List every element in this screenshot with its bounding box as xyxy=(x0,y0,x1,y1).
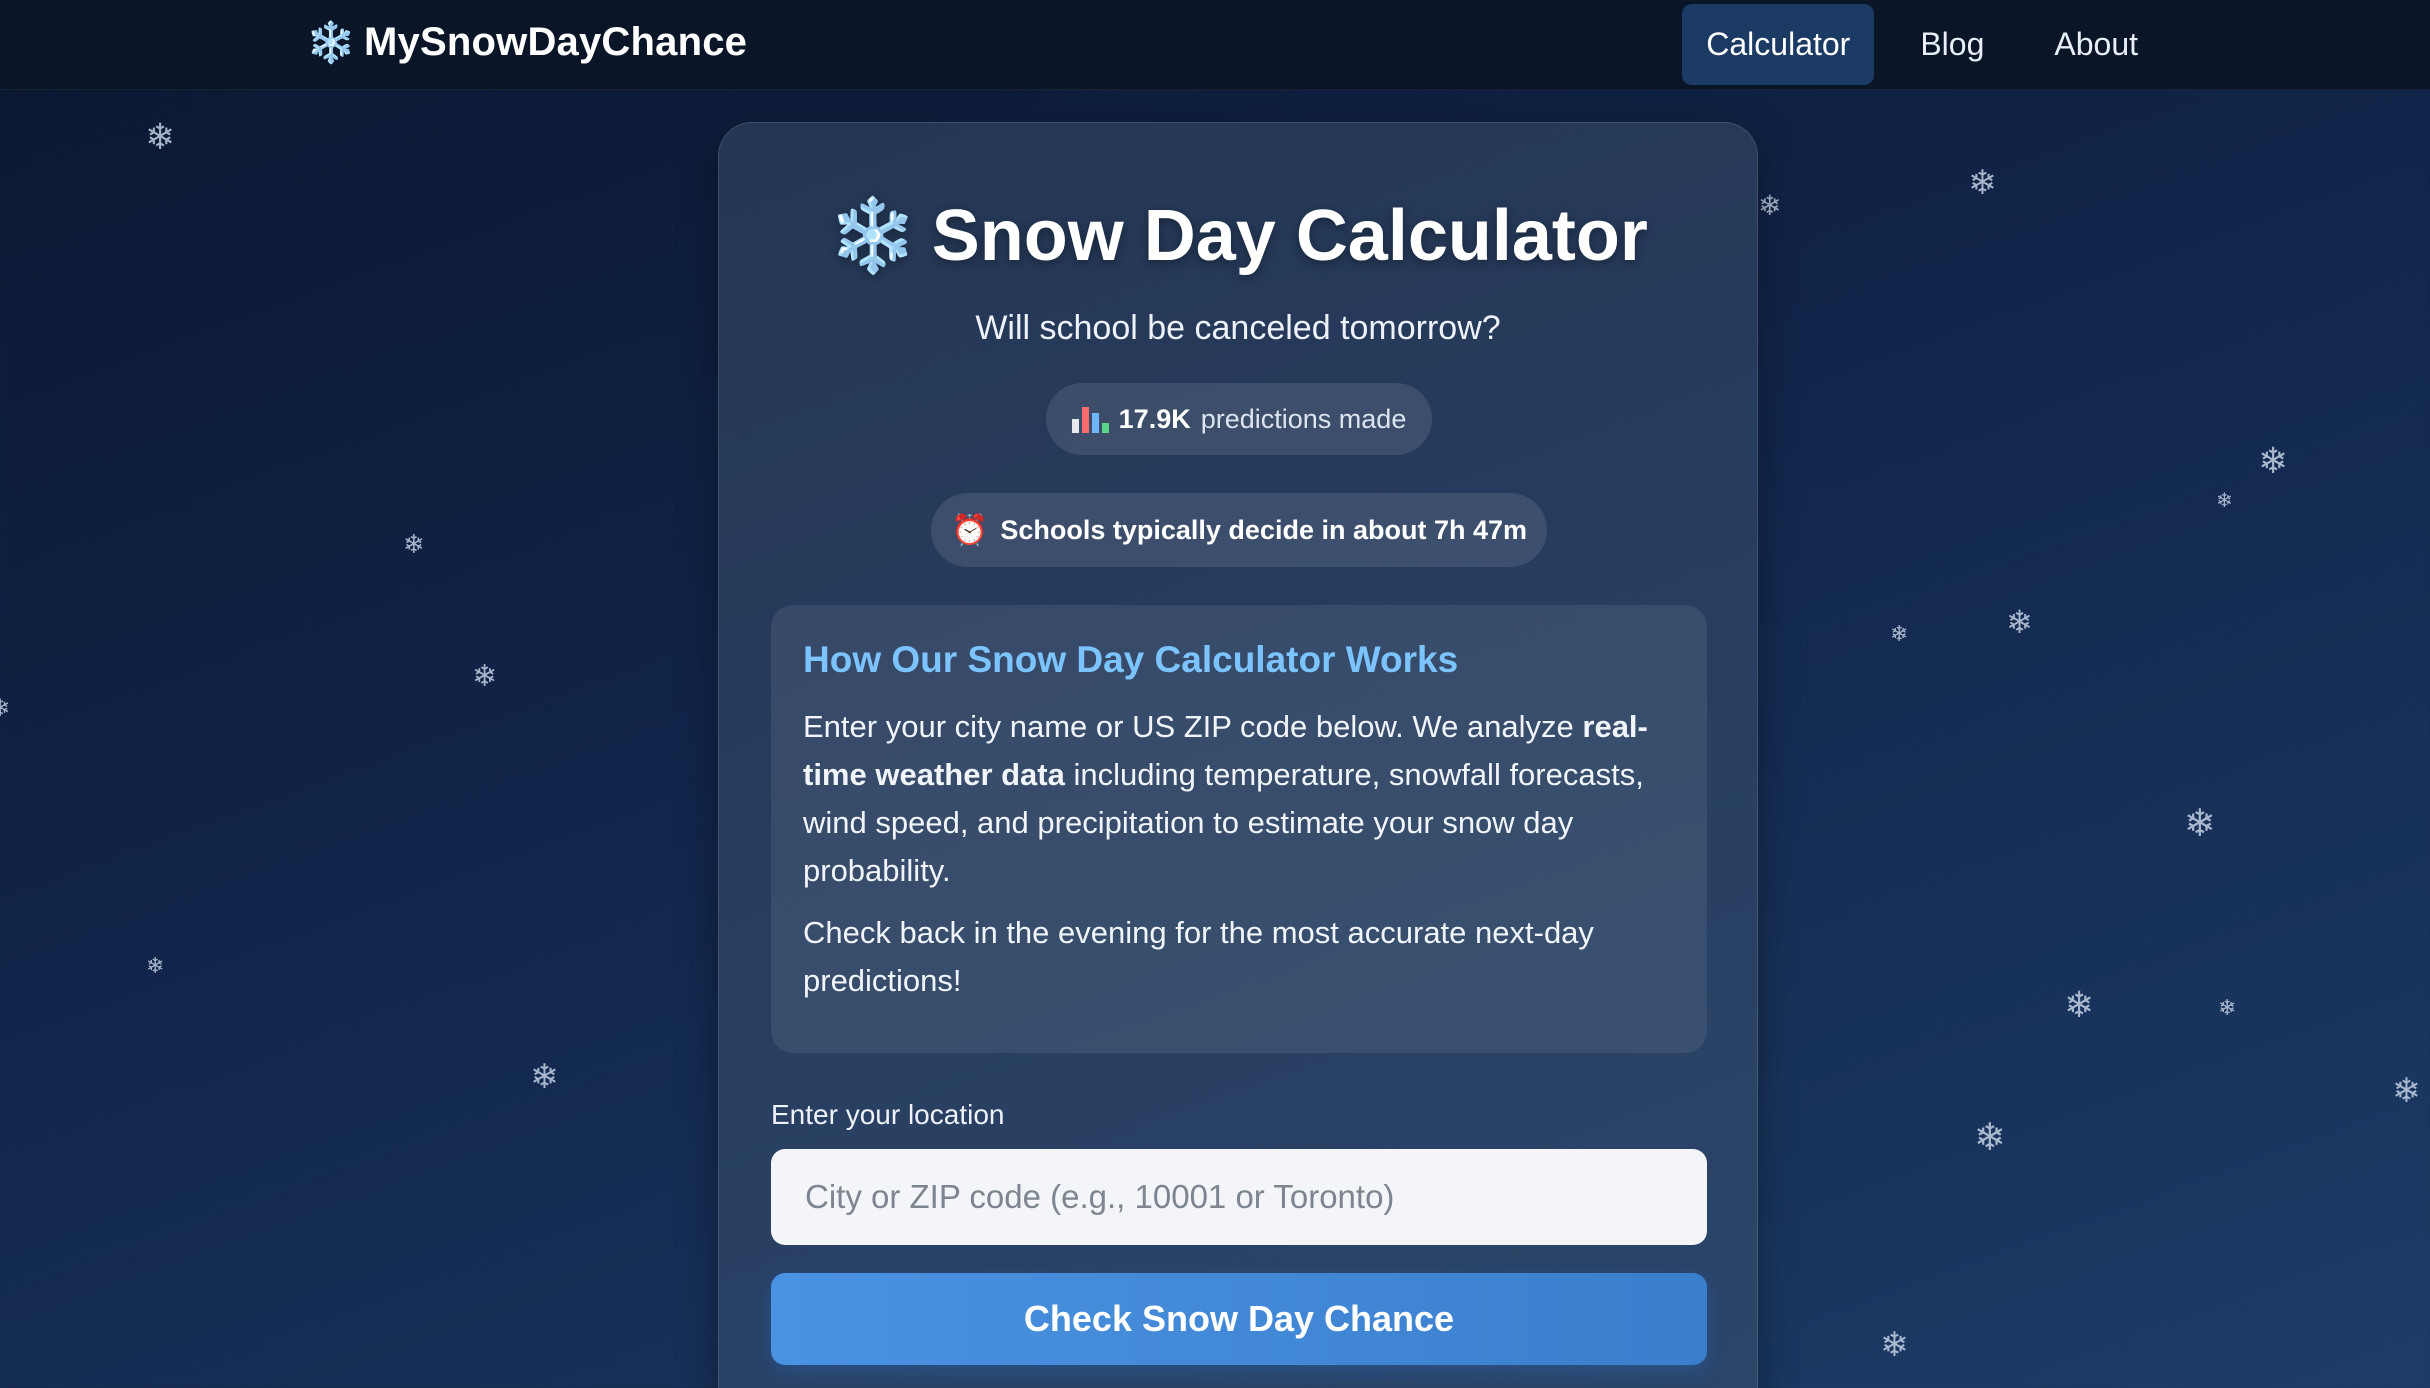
snowflake-icon: ❄️ xyxy=(306,20,357,65)
how-it-works-tip: Check back in the evening for the most a… xyxy=(803,915,1594,998)
check-snow-day-button[interactable]: Check Snow Day Chance xyxy=(771,1273,1707,1365)
page-title: ❄️ Snow Day Calculator xyxy=(719,193,1757,278)
bar-chart-icon xyxy=(1071,405,1109,433)
snowflake-icon: ❄ xyxy=(2064,985,2095,1026)
predictions-stat-badge: 17.9K predictions made xyxy=(1046,383,1432,455)
location-label: Enter your location xyxy=(771,1099,1005,1130)
predictions-count: 17.9K xyxy=(1118,403,1191,434)
snowflake-icon: ❄ xyxy=(0,694,11,722)
snowflake-icon: ❄ xyxy=(1890,622,1909,647)
snowflake-icon: ❄ xyxy=(1968,163,1997,203)
snowflake-icon: ❄ xyxy=(2258,441,2289,482)
brand-name: MySnowDayChance xyxy=(364,19,748,64)
snowflake-icon: ❄ xyxy=(1974,1115,2006,1159)
page-subtitle: Will school be canceled tomorrow? xyxy=(975,309,1501,347)
nav-link-calculator[interactable]: Calculator xyxy=(1682,4,1875,85)
snowflake-icon: ❄ xyxy=(2218,996,2237,1021)
how-it-works-title: How Our Snow Day Calculator Works xyxy=(803,639,1459,680)
snowflake-icon: ❄ xyxy=(2006,603,2033,641)
snowflake-icon: ❄ xyxy=(530,1057,559,1097)
alarm-clock-icon: ⏰ xyxy=(950,513,989,547)
decision-time-badge: ⏰ Schools typically decide in about 7h 4… xyxy=(931,493,1547,567)
page-title-text: Snow Day Calculator xyxy=(931,196,1648,276)
snowflake-icon: ❄ xyxy=(145,117,176,158)
snowflake-icon: ❄ xyxy=(2392,1071,2421,1111)
snowflake-icon: ❄ xyxy=(1880,1325,1909,1365)
snowflake-icon: ❄ xyxy=(1758,189,1782,222)
snowflake-icon: ❄ xyxy=(2216,488,2233,512)
snowflake-icon: ❄ xyxy=(2184,801,2216,845)
predictions-label: predictions made xyxy=(1200,403,1407,434)
decision-time-text: Schools typically decide in about 7h 47m xyxy=(1000,514,1527,545)
how-it-works-paragraph: Enter your city name or US ZIP code belo… xyxy=(803,709,1648,888)
snowflake-icon: ❄ xyxy=(472,659,498,694)
nav-link-blog[interactable]: Blog xyxy=(1896,4,2008,85)
snowflake-icon: ❄ xyxy=(403,530,425,560)
location-input[interactable] xyxy=(771,1149,1707,1245)
snowflake-icon: ❄️ xyxy=(828,196,918,276)
brand-logo[interactable]: ❄️ MySnowDayChance xyxy=(306,0,747,84)
nav-links: Calculator Blog About xyxy=(1682,4,2162,85)
snowflake-icon: ❄ xyxy=(146,954,165,979)
how-it-works-box: How Our Snow Day Calculator Works Enter … xyxy=(771,605,1707,1053)
calculator-card: ❄️ Snow Day Calculator Will school be can… xyxy=(718,122,1758,1388)
nav-link-about[interactable]: About xyxy=(2030,4,2162,85)
top-navbar: ❄️ MySnowDayChance Calculator Blog About xyxy=(0,0,2430,90)
